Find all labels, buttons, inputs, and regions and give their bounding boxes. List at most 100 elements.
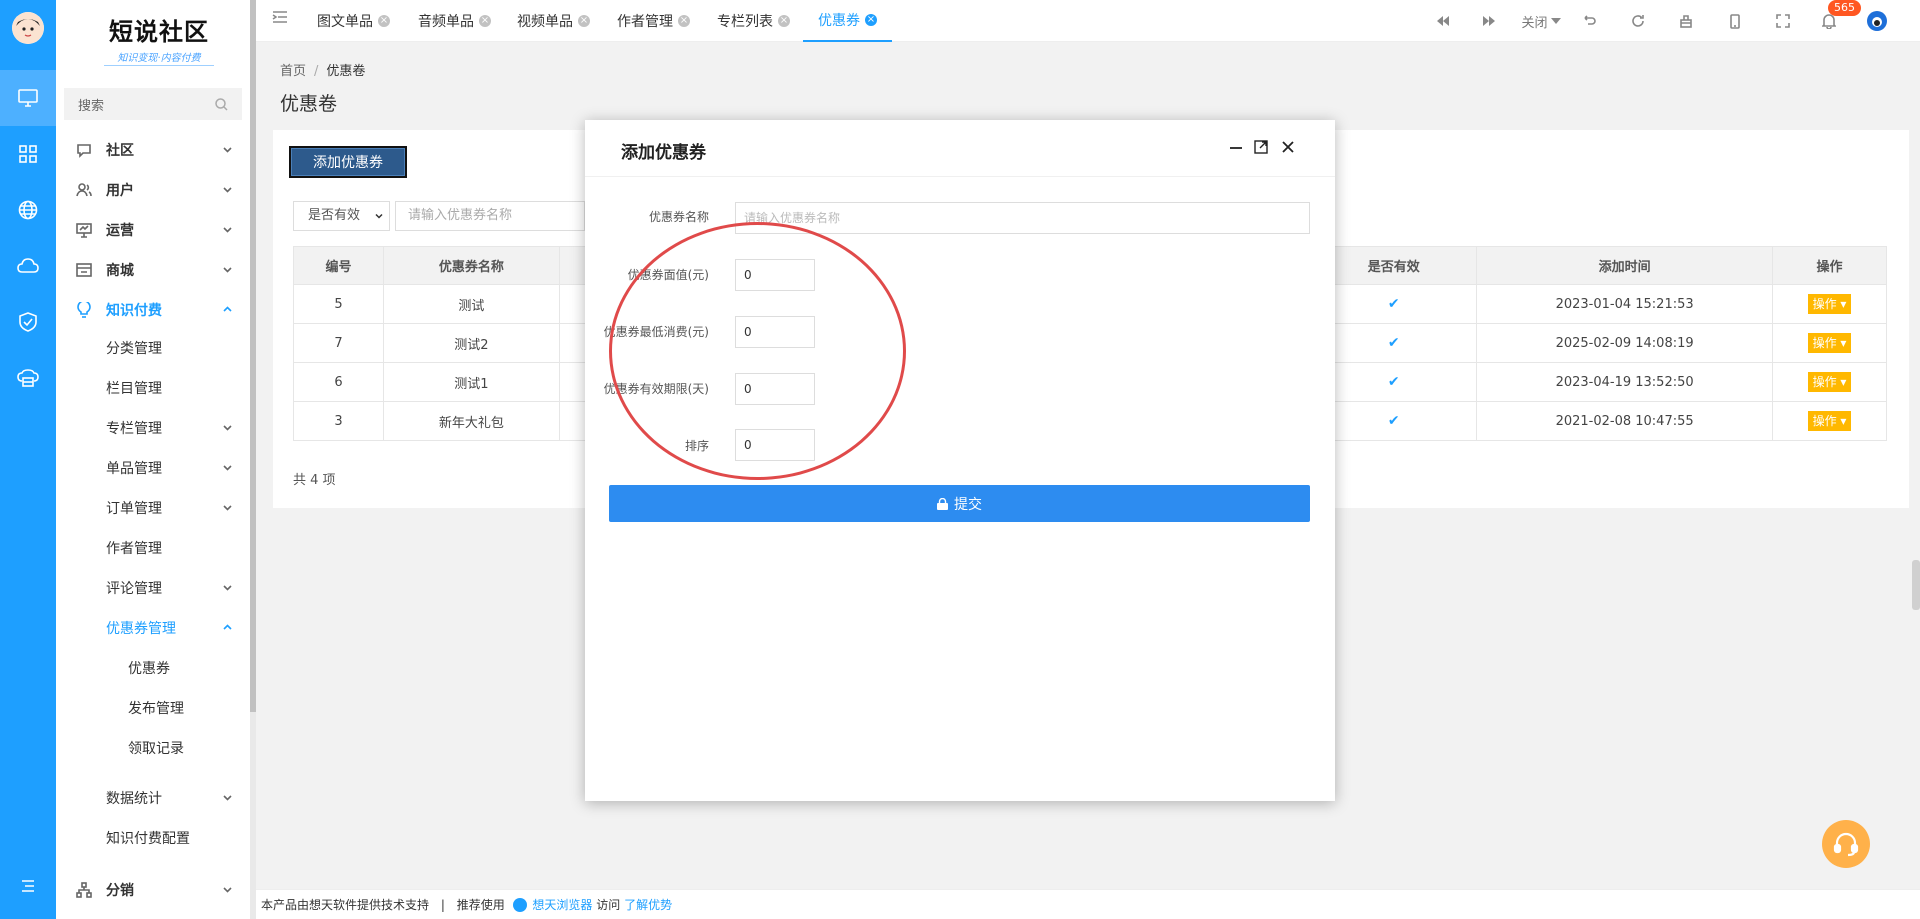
tab-column-list[interactable]: 专栏列表 ×: [717, 0, 790, 42]
sidebar-item-single-product[interactable]: 单品管理: [56, 448, 250, 488]
dialog-maximize-button[interactable]: [1252, 138, 1270, 156]
coupon-validity-days-label: 优惠券有效期限(天): [603, 382, 709, 396]
sidebar-item-comments[interactable]: 评论管理: [56, 568, 250, 608]
customer-service-button[interactable]: [1822, 820, 1870, 868]
sidebar-scroll-thumb[interactable]: [250, 0, 256, 712]
dialog-header[interactable]: 添加优惠券: [585, 120, 1335, 177]
avatar-icon: [12, 12, 44, 44]
close-tabs-label: 关闭: [1521, 15, 1548, 31]
sidebar-item-column[interactable]: 栏目管理: [56, 368, 250, 408]
column-header-valid[interactable]: 是否有效: [1310, 246, 1478, 285]
close-icon[interactable]: ×: [678, 15, 690, 27]
cell-name: 测试1: [382, 362, 560, 402]
rail-globe[interactable]: [0, 182, 56, 238]
footer-browser-link[interactable]: 想天浏览器: [532, 898, 592, 912]
monitor-icon: [18, 89, 38, 107]
tab-video-single[interactable]: 视频单品 ×: [517, 0, 590, 42]
dialog-minimize-button[interactable]: [1227, 138, 1245, 156]
refresh-button[interactable]: [1627, 10, 1649, 32]
chevron-down-icon: [223, 887, 232, 893]
rail-cloud[interactable]: [0, 238, 56, 294]
row-action-label: 操作: [1812, 336, 1837, 350]
dialog-close-button[interactable]: [1279, 138, 1297, 156]
row-action-button[interactable]: 操作 ▾: [1807, 333, 1852, 353]
sidebar-item-community[interactable]: 社区: [56, 130, 250, 170]
sort-order-label: 排序: [684, 439, 709, 453]
sidebar-item-category[interactable]: 分类管理: [56, 328, 250, 368]
sidebar-item-mall[interactable]: 商城: [56, 250, 250, 290]
close-icon[interactable]: ×: [479, 15, 491, 27]
breadcrumb-home[interactable]: 首页: [280, 64, 306, 79]
submit-button[interactable]: 提交: [609, 485, 1310, 522]
coupon-name-input[interactable]: 请输入优惠券名称: [735, 202, 1310, 234]
chevron-down-icon: [223, 425, 232, 431]
column-header-name[interactable]: 优惠券名称: [382, 246, 560, 285]
sidebar-item-knowledge-pay[interactable]: 知识付费: [56, 290, 250, 330]
chevron-down-icon: [223, 227, 232, 233]
sidebar-item-claim-records[interactable]: 领取记录: [56, 728, 250, 768]
rail-monitor[interactable]: [0, 70, 56, 126]
user-avatar[interactable]: [12, 12, 44, 44]
tab-coupon[interactable]: 优惠券 ×: [803, 0, 892, 42]
tab-prev-button[interactable]: [1432, 10, 1454, 32]
rewind-icon: [1437, 16, 1449, 26]
chevron-down-icon: [223, 505, 232, 511]
close-icon[interactable]: ×: [578, 15, 590, 27]
close-icon: [1282, 141, 1294, 153]
footer-support-text: 本产品由想天软件提供技术支持: [261, 898, 430, 912]
rail-shield[interactable]: [0, 294, 56, 350]
sidebar-search[interactable]: 搜索: [64, 88, 242, 120]
sidebar-scrollbar[interactable]: [250, 0, 256, 919]
row-action-button[interactable]: 操作 ▾: [1807, 294, 1852, 314]
sidebar-item-statistics[interactable]: 数据统计: [56, 778, 250, 818]
sidebar-item-operations[interactable]: 运营: [56, 210, 250, 250]
coupon-face-value-input[interactable]: 0: [735, 259, 815, 291]
sidebar-item-coupon-management[interactable]: 优惠券管理: [56, 608, 250, 648]
close-icon[interactable]: ×: [778, 15, 790, 27]
close-tabs-dropdown[interactable]: 关闭: [1518, 10, 1564, 32]
sidebar-item-orders[interactable]: 订单管理: [56, 488, 250, 528]
coupon-validity-days-input[interactable]: 0: [735, 373, 815, 405]
rail-cloud-server[interactable]: [0, 350, 56, 406]
column-header-id[interactable]: 编号: [293, 246, 384, 285]
sidebar-item-knowledge-config[interactable]: 知识付费配置: [56, 818, 250, 858]
tab-audio-single[interactable]: 音频单品 ×: [418, 0, 491, 42]
minimize-icon: [1230, 147, 1242, 149]
back-button[interactable]: [1578, 10, 1600, 32]
add-coupon-button[interactable]: 添加优惠券: [289, 146, 407, 178]
rail-collapse[interactable]: [0, 858, 56, 914]
sidebar-item-coupon[interactable]: 优惠券: [56, 648, 250, 688]
sidebar-item-publish[interactable]: 发布管理: [56, 688, 250, 728]
row-action-button[interactable]: 操作 ▾: [1807, 372, 1852, 392]
lightbulb-icon: [77, 302, 91, 318]
column-header-time[interactable]: 添加时间: [1476, 246, 1774, 285]
cell-time: 2025-02-09 14:08:19: [1476, 323, 1774, 363]
fullscreen-button[interactable]: [1772, 10, 1794, 32]
check-icon: ✔: [1387, 374, 1400, 390]
sidebar-item-distribution[interactable]: 分销: [56, 870, 250, 910]
footer-learn-more-link[interactable]: 了解优势: [624, 898, 672, 912]
mobile-view-button[interactable]: [1724, 10, 1746, 32]
sidebar-item-authors[interactable]: 作者管理: [56, 528, 250, 568]
tab-article-single[interactable]: 图文单品 ×: [317, 0, 390, 42]
sort-order-input[interactable]: 0: [735, 429, 815, 461]
cell-id: 6: [293, 362, 384, 402]
valid-filter-select[interactable]: 是否有效: [293, 201, 390, 231]
cleaner-button[interactable]: [1675, 10, 1697, 32]
user-menu[interactable]: [1866, 10, 1888, 32]
tab-next-button[interactable]: [1478, 10, 1500, 32]
globe-icon: [18, 200, 38, 220]
coupon-name-search-input[interactable]: 请输入优惠券名称: [395, 201, 585, 231]
sidebar-item-users[interactable]: 用户: [56, 170, 250, 210]
row-action-button[interactable]: 操作 ▾: [1807, 411, 1852, 431]
sidebar-item-special-column[interactable]: 专栏管理: [56, 408, 250, 448]
coupon-min-spend-input[interactable]: 0: [735, 316, 815, 348]
cloud-server-icon: [17, 369, 39, 387]
check-icon: ✔: [1387, 335, 1400, 351]
close-icon[interactable]: ×: [865, 14, 877, 26]
fold-button[interactable]: [272, 10, 288, 28]
rail-apps[interactable]: [0, 126, 56, 182]
close-icon[interactable]: ×: [378, 15, 390, 27]
tab-author-management[interactable]: 作者管理 ×: [617, 0, 690, 42]
page-scrollbar[interactable]: [1912, 560, 1920, 610]
